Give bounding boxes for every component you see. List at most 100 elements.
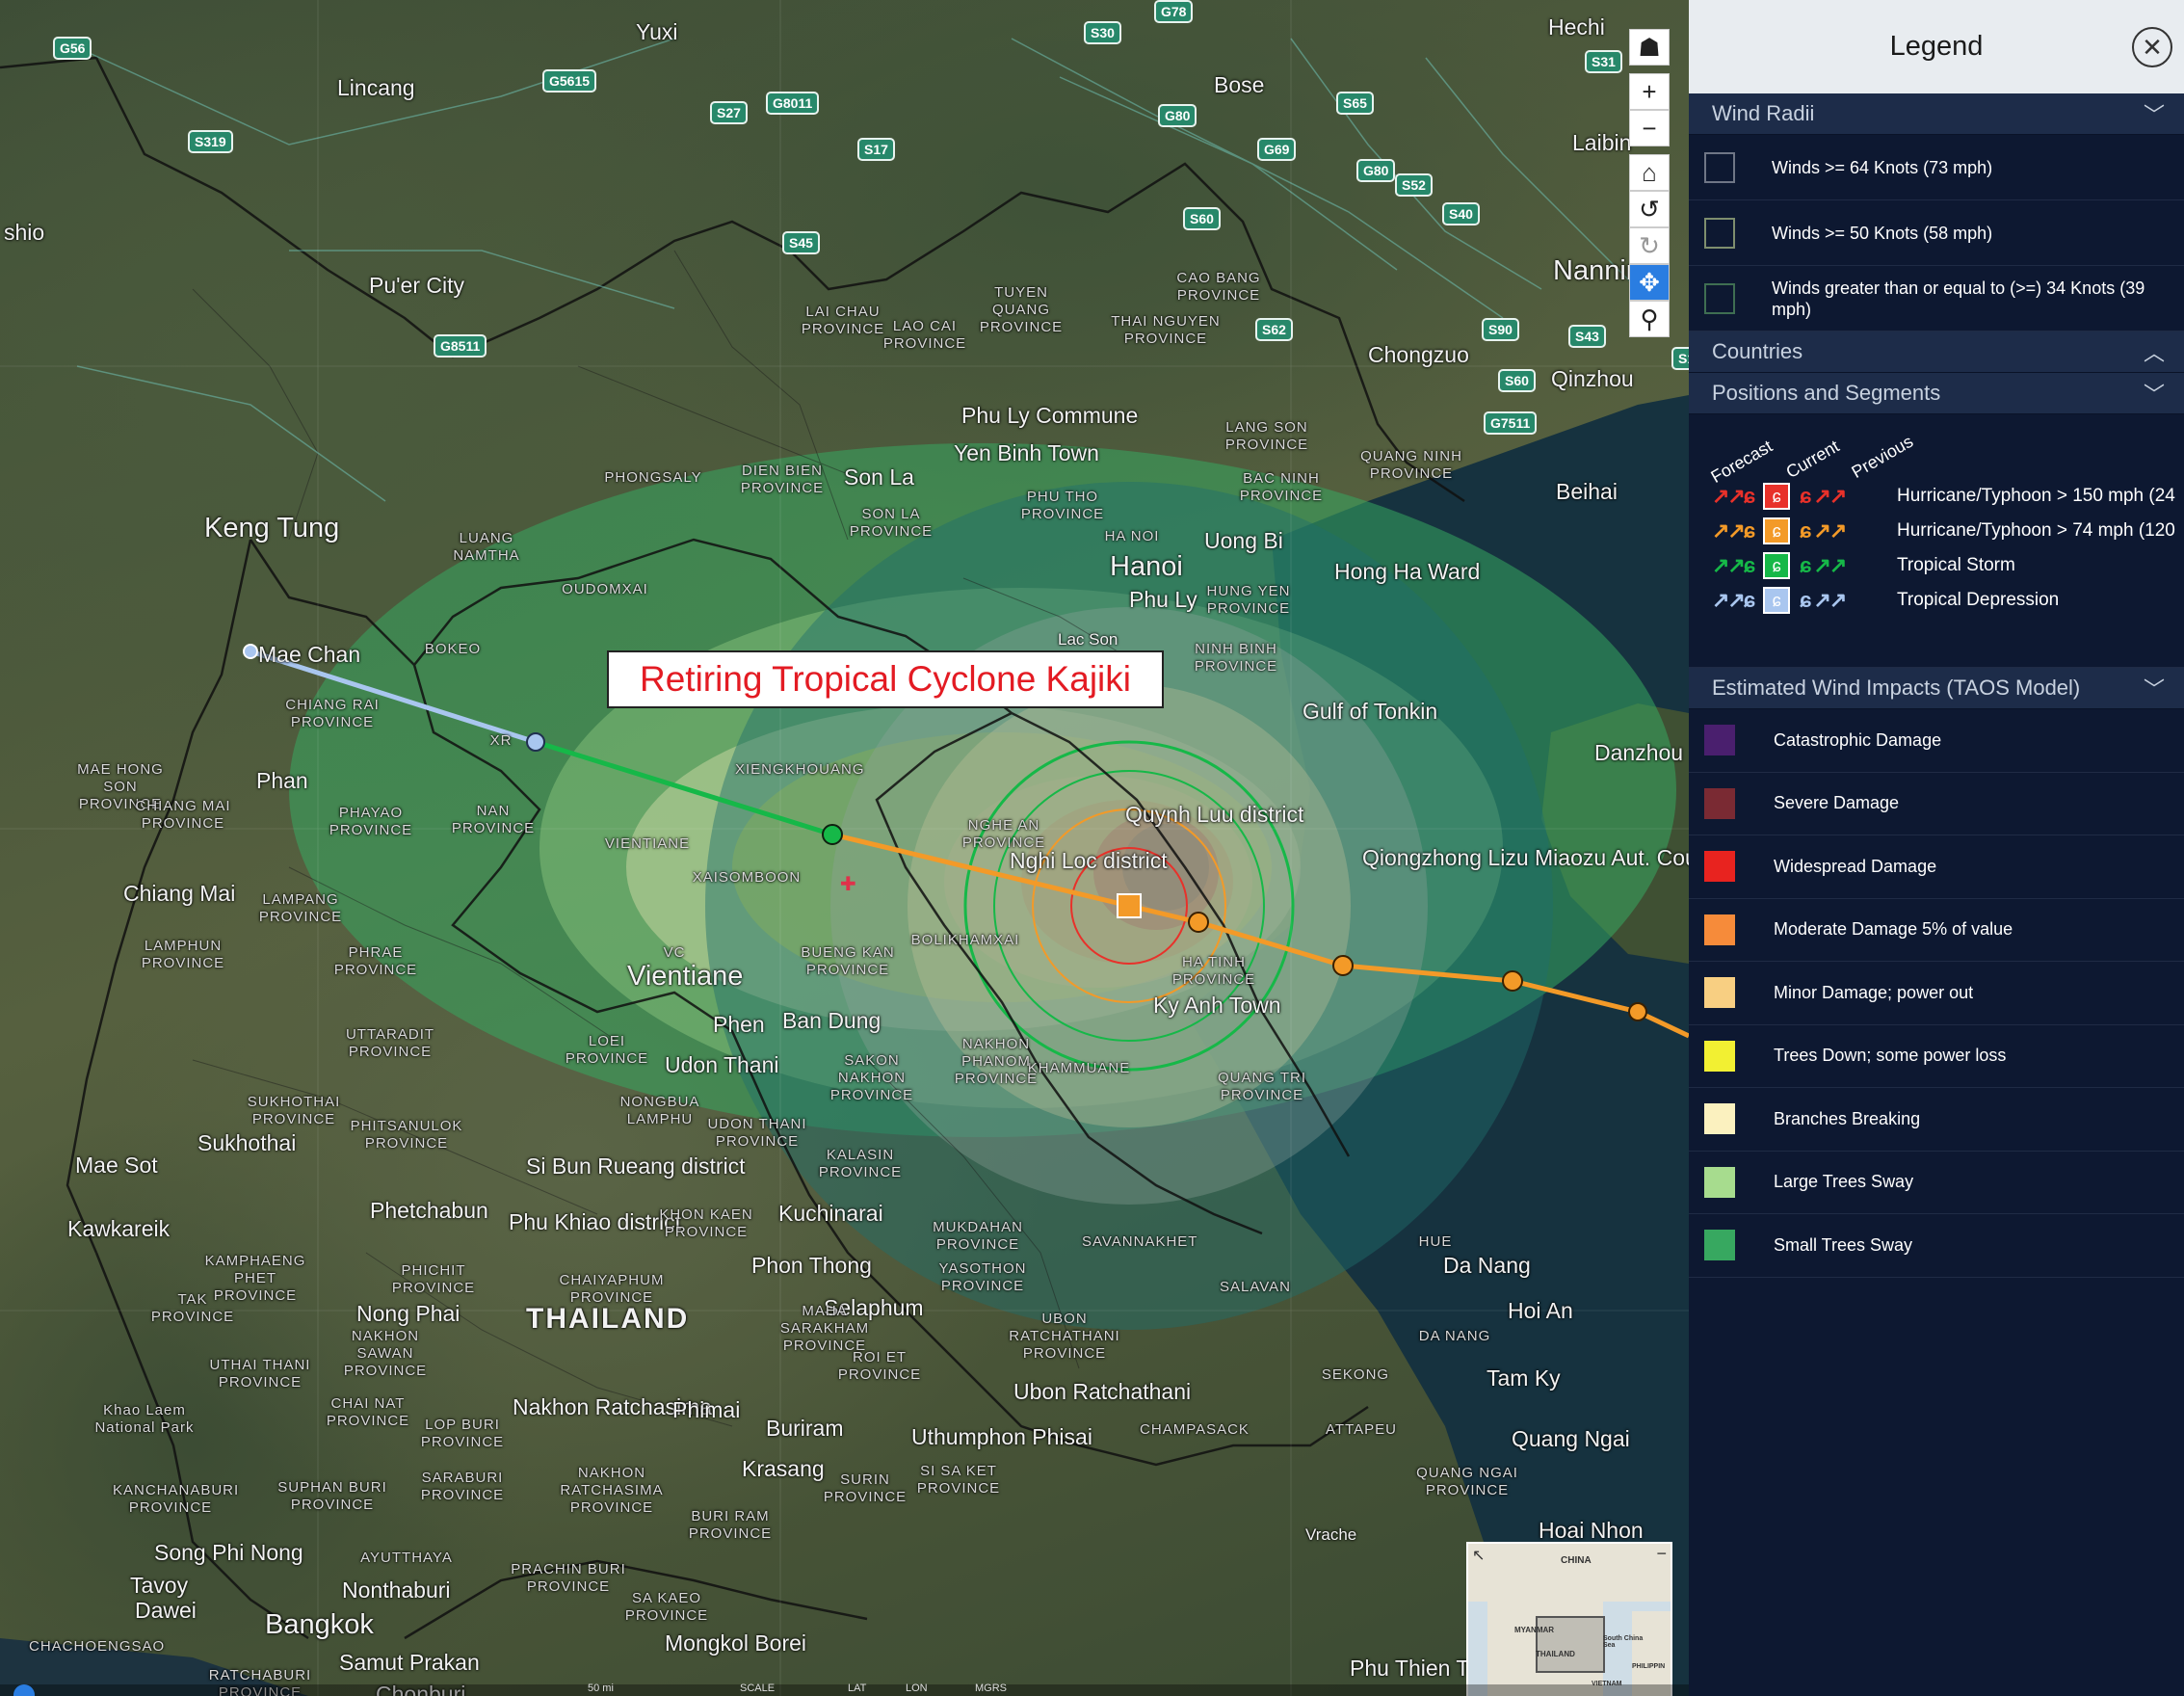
legend-swatch: [1704, 1230, 1735, 1261]
place-label: Hong Ha Ward: [1334, 559, 1481, 584]
forecast-track-icon: ↗↗ɕ: [1712, 518, 1755, 543]
province-label: CAO BANG PROVINCE: [1176, 270, 1261, 304]
legend-swatch: [1704, 725, 1735, 756]
taos-item: Large Trees Sway: [1689, 1152, 2184, 1214]
province-label: QUANG NGAI PROVINCE: [1416, 1465, 1518, 1498]
province-label: CHACHOENGSAO: [29, 1638, 166, 1655]
place-label: Phan: [256, 768, 308, 793]
zoom-box-button[interactable]: ⚲: [1629, 301, 1670, 337]
overview-land: [1468, 1544, 1671, 1602]
home-button[interactable]: ⌂: [1629, 154, 1670, 191]
province-label: CHAIYAPHUM PROVINCE: [559, 1272, 665, 1306]
street-view-button[interactable]: ☗: [1629, 29, 1670, 66]
rotate-left-button[interactable]: ↺: [1629, 191, 1670, 227]
province-label: XIENGKHOUANG: [735, 761, 865, 778]
province-label: KHON KAEN PROVINCE: [659, 1206, 753, 1240]
legend-label: Trees Down; some power loss: [1774, 1046, 2007, 1066]
place-label: Buriram: [766, 1416, 844, 1441]
place-label: Beihai: [1556, 479, 1618, 504]
legend-swatch: [1704, 851, 1735, 883]
overview-viewport[interactable]: [1536, 1616, 1605, 1673]
zoom-in-button[interactable]: +: [1629, 73, 1670, 110]
province-label: BURI RAM PROVINCE: [688, 1508, 773, 1542]
road-shield: S60: [1183, 207, 1221, 230]
place-label: Keng Tung: [204, 513, 340, 543]
province-label: Khao Laem National Park: [94, 1402, 195, 1436]
legend-label: Widespread Damage: [1774, 856, 1937, 876]
legend-label: Small Trees Sway: [1774, 1234, 1913, 1255]
province-label: MUKDAHAN PROVINCE: [933, 1219, 1023, 1253]
place-label: Hoai Nhon: [1539, 1518, 1644, 1543]
place-label: Hanoi: [1110, 551, 1183, 582]
place-label: Lac Son: [1058, 630, 1118, 649]
legend-label: Severe Damage: [1774, 793, 1900, 813]
province-label: YASOTHON PROVINCE: [938, 1260, 1027, 1294]
legend-label: Winds >= 64 Knots (73 mph): [1772, 157, 1993, 177]
section-positions[interactable]: Positions and Segments ﹀: [1689, 373, 2184, 414]
place-label: Mae Sot: [75, 1153, 158, 1178]
rotate-right-button[interactable]: ↻: [1629, 227, 1670, 264]
positions-legend: Forecast Current Previous ↗↗ɕ ɕ ɕ ↗↗ Hurric…: [1689, 414, 2184, 668]
place-label: shio: [4, 220, 45, 245]
province-label: TAK PROVINCE: [150, 1291, 235, 1325]
place-label: Quynh Luu district: [1125, 802, 1304, 827]
road-shield: G80: [1158, 104, 1197, 127]
legend-swatch: [1704, 787, 1735, 819]
road-shield: S90: [1482, 318, 1519, 341]
province-label: HUE: [1418, 1233, 1453, 1250]
place-label: Tam Ky: [1487, 1365, 1561, 1391]
rotate-left-icon: ↺: [1639, 194, 1660, 224]
map-view[interactable]: ✚ G56 G5615 S319 G8011 S27 S17 S45 G8511 S30 G78 G…: [0, 0, 1689, 1696]
taos-item: Widespread Damage: [1689, 835, 2184, 899]
place-label: Yen Binh Town: [954, 440, 1099, 465]
section-label: Positions and Segments: [1712, 381, 1941, 405]
taos-item: Severe Damage: [1689, 773, 2184, 835]
chevron-down-icon: ﹀: [2143, 103, 2165, 127]
overview-label: CHINA: [1561, 1555, 1592, 1566]
province-label: SAKON NAKHON PROVINCE: [829, 1052, 914, 1103]
overview-land: [1632, 1611, 1671, 1696]
mgrs-label: MGRS: [975, 1683, 1007, 1694]
lon-label: LON: [906, 1683, 928, 1694]
road-shield: G56: [53, 37, 92, 60]
place-label: Pu'er City: [369, 273, 464, 298]
locate-icon[interactable]: [13, 1684, 35, 1696]
place-label: Yuxi: [636, 19, 678, 44]
place-label: Hechi: [1548, 14, 1605, 40]
taos-item: Small Trees Sway: [1689, 1214, 2184, 1278]
position-legend-item: ↗↗ɕ ɕ ɕ ↗↗ Tropical Depression: [1712, 586, 2059, 615]
taos-item: Catastrophic Damage: [1689, 709, 2184, 773]
road-shield: S45: [782, 231, 820, 254]
close-icon[interactable]: ✕: [2132, 27, 2172, 67]
legend-swatch: [1704, 1040, 1735, 1072]
position-legend-item: ↗↗ɕ ɕ ɕ ↗↗ Hurricane/Typhoon > 74 mph (120: [1712, 517, 2175, 545]
section-wind-radii[interactable]: Wind Radii ﹀: [1689, 93, 2184, 135]
position-marker: [1188, 912, 1209, 933]
section-taos[interactable]: Estimated Wind Impacts (TAOS Model) ﹀: [1689, 668, 2184, 709]
expand-icon[interactable]: ↖: [1472, 1546, 1485, 1565]
road-shield: G80: [1356, 159, 1396, 182]
province-label: BAC NINH PROVINCE: [1239, 470, 1324, 504]
legend-label: Catastrophic Damage: [1774, 729, 1942, 750]
plus-icon: +: [1642, 76, 1657, 106]
province-label: LOEI PROVINCE: [565, 1033, 649, 1067]
place-label: Udon Thani: [665, 1052, 779, 1077]
legend-label: Large Trees Sway: [1774, 1172, 1914, 1192]
legend-title: Legend: [1889, 31, 1984, 62]
province-label: LUANG NAMTHA: [453, 530, 520, 564]
status-bar: 50 mi SCALE LAT LON MGRS: [0, 1683, 1689, 1696]
section-countries[interactable]: Countries ︿: [1689, 331, 2184, 373]
overview-label: THAILAND: [1536, 1650, 1575, 1658]
zoom-out-button[interactable]: −: [1629, 110, 1670, 146]
province-label: PHONGSALY: [604, 469, 702, 486]
overview-map[interactable]: CHINA MYANMAR THAILAND VIETNAM PHILIPPIN…: [1466, 1542, 1672, 1696]
person-icon: ☗: [1638, 32, 1661, 62]
province-label: SA KAEO PROVINCE: [624, 1590, 709, 1624]
previous-track-icon: ɕ ↗↗: [1800, 553, 1847, 577]
place-label: Phu Ly: [1129, 587, 1197, 612]
pan-button[interactable]: ✥: [1629, 264, 1670, 301]
place-label: Vrache: [1305, 1525, 1357, 1544]
province-label: UTTARADIT PROVINCE: [345, 1026, 435, 1060]
minimize-icon[interactable]: −: [1656, 1544, 1667, 1564]
province-label: LANG SON PROVINCE: [1224, 419, 1309, 453]
